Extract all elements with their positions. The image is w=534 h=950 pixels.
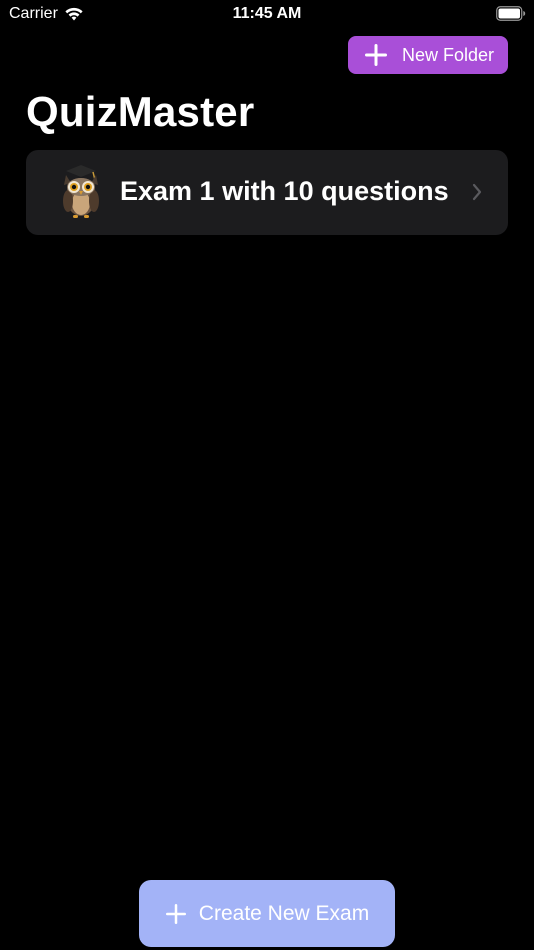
new-folder-label: New Folder: [402, 44, 495, 65]
owl-icon: [63, 165, 99, 218]
create-new-exam-button[interactable]: Create New Exam: [139, 880, 395, 947]
plus-icon: [165, 903, 186, 924]
page-title: QuizMaster: [26, 88, 255, 135]
battery-icon: [496, 6, 526, 21]
create-new-exam-label: Create New Exam: [198, 901, 370, 925]
plus-icon: [365, 44, 387, 66]
exam-list-item[interactable]: Exam 1 with 10 questions: [26, 150, 508, 235]
exam-title: Exam 1 with 10 questions: [120, 176, 449, 206]
status-bar: Carrier 11:45 AM: [0, 0, 534, 28]
status-time: 11:45 AM: [232, 5, 302, 22]
new-folder-button[interactable]: New Folder: [348, 36, 508, 74]
chevron-right-icon: [472, 183, 482, 201]
